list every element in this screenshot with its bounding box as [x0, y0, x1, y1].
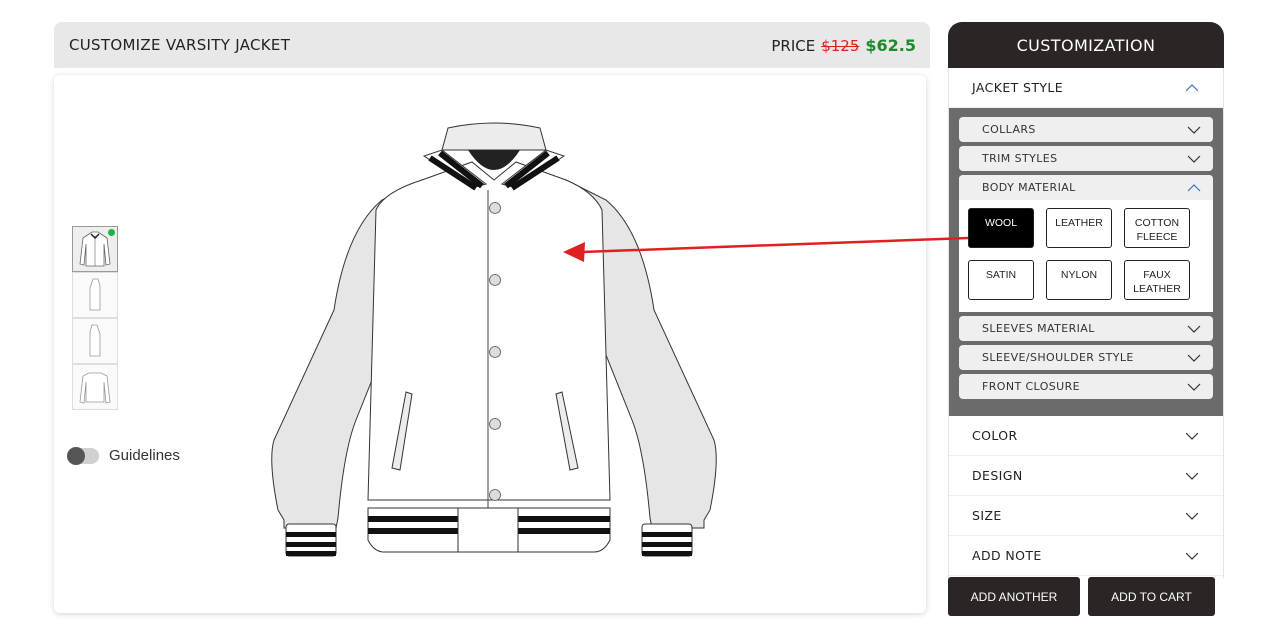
accordion-add-note[interactable]: ADD NOTE [949, 536, 1223, 576]
body-material-label: BODY MATERIAL [982, 181, 1076, 194]
guidelines-toggle[interactable] [67, 446, 99, 465]
material-cotton-fleece-button[interactable]: COTTON FLEECE [1124, 208, 1190, 248]
sub-collars[interactable]: COLLARS [959, 117, 1213, 142]
satin-label: SATIN [985, 269, 1017, 281]
chevron-down-icon [1185, 512, 1199, 520]
front-closure-label: FRONT CLOSURE [982, 380, 1080, 393]
price-new: $62.5 [865, 35, 916, 55]
header-bar: CUSTOMIZE VARSITY JACKET PRICE $125 $62.… [54, 22, 930, 68]
left-cuff [285, 523, 337, 557]
jacket-style-label: JACKET STYLE [972, 80, 1064, 95]
design-label: DESIGN [972, 468, 1023, 483]
jacket-back-icon [79, 372, 111, 404]
chevron-down-icon [1185, 432, 1199, 440]
collars-label: COLLARS [982, 123, 1036, 136]
guidelines-label: Guidelines [109, 447, 180, 464]
varsity-jacket-illustration [271, 122, 717, 557]
customization-panel: JACKET STYLE COLLARS TRIM STYLES BODY MA… [948, 68, 1224, 578]
chevron-down-icon [1187, 126, 1201, 134]
material-options: WOOL LEATHER COTTON FLEECE SATIN NYLON FA… [959, 200, 1213, 312]
jacket-right-side-icon [89, 324, 101, 357]
add-to-cart-button[interactable]: ADD TO CART [1088, 577, 1215, 616]
jacket-style-submenu: COLLARS TRIM STYLES BODY MATERIAL WOOL L… [949, 108, 1223, 416]
material-wool-button[interactable]: WOOL [968, 208, 1034, 248]
view-thumbnails [72, 226, 118, 410]
leather-label: LEATHER [1055, 217, 1103, 229]
price-label: PRICE [771, 36, 816, 55]
guidelines-control: Guidelines [67, 446, 180, 465]
accordion-color[interactable]: COLOR [949, 416, 1223, 456]
chevron-down-icon [1187, 354, 1201, 362]
page-title: CUSTOMIZE VARSITY JACKET [69, 36, 291, 54]
waistband [367, 507, 611, 553]
add-another-button[interactable]: ADD ANOTHER [948, 577, 1080, 616]
view-thumb-front[interactable] [72, 226, 118, 272]
sub-front-closure[interactable]: FRONT CLOSURE [959, 374, 1213, 399]
view-thumb-right[interactable] [72, 318, 118, 364]
view-thumb-left[interactable] [72, 272, 118, 318]
size-label: SIZE [972, 508, 1002, 523]
chevron-down-icon [1187, 155, 1201, 163]
chevron-up-icon [1187, 183, 1201, 191]
body-material-section: BODY MATERIAL WOOL LEATHER COTTON FLEECE … [959, 175, 1213, 312]
color-label: COLOR [972, 428, 1018, 443]
accordion-design[interactable]: DESIGN [949, 456, 1223, 496]
chevron-down-icon [1187, 325, 1201, 333]
view-thumb-back[interactable] [72, 364, 118, 410]
faux-leather-label: FAUX LEATHER [1133, 269, 1181, 295]
chevron-down-icon [1185, 472, 1199, 480]
jacket-preview-canvas: Guidelines [54, 75, 926, 613]
price: PRICE $125 $62.5 [771, 36, 916, 55]
nylon-label: NYLON [1060, 269, 1098, 281]
chevron-down-icon [1185, 552, 1199, 560]
wool-label: WOOL [984, 217, 1018, 229]
collar-back [441, 122, 547, 151]
customization-header: CUSTOMIZATION [948, 22, 1224, 68]
sub-body-material[interactable]: BODY MATERIAL [959, 175, 1213, 200]
sub-trim-styles[interactable]: TRIM STYLES [959, 146, 1213, 171]
sub-sleeve-shoulder-style[interactable]: SLEEVE/SHOULDER STYLE [959, 345, 1213, 370]
material-satin-button[interactable]: SATIN [968, 260, 1034, 300]
accordion-size[interactable]: SIZE [949, 496, 1223, 536]
material-leather-button[interactable]: LEATHER [1046, 208, 1112, 248]
sub-sleeves-material[interactable]: SLEEVES MATERIAL [959, 316, 1213, 341]
chevron-up-icon [1185, 83, 1199, 91]
right-cuff [641, 523, 693, 557]
chevron-down-icon [1187, 383, 1201, 391]
price-old: $125 [821, 36, 860, 55]
jacket-left-side-icon [89, 278, 101, 311]
material-faux-leather-button[interactable]: FAUX LEATHER [1124, 260, 1190, 300]
add-note-label: ADD NOTE [972, 548, 1042, 563]
selected-dot-icon [108, 229, 115, 236]
accordion-jacket-style[interactable]: JACKET STYLE [949, 68, 1223, 108]
trim-styles-label: TRIM STYLES [982, 152, 1058, 165]
sleeves-material-label: SLEEVES MATERIAL [982, 322, 1095, 335]
sleeve-shoulder-style-label: SLEEVE/SHOULDER STYLE [982, 351, 1134, 364]
jacket-front-icon [79, 231, 111, 267]
material-nylon-button[interactable]: NYLON [1046, 260, 1112, 300]
cotton-fleece-label: COTTON FLEECE [1134, 217, 1180, 243]
